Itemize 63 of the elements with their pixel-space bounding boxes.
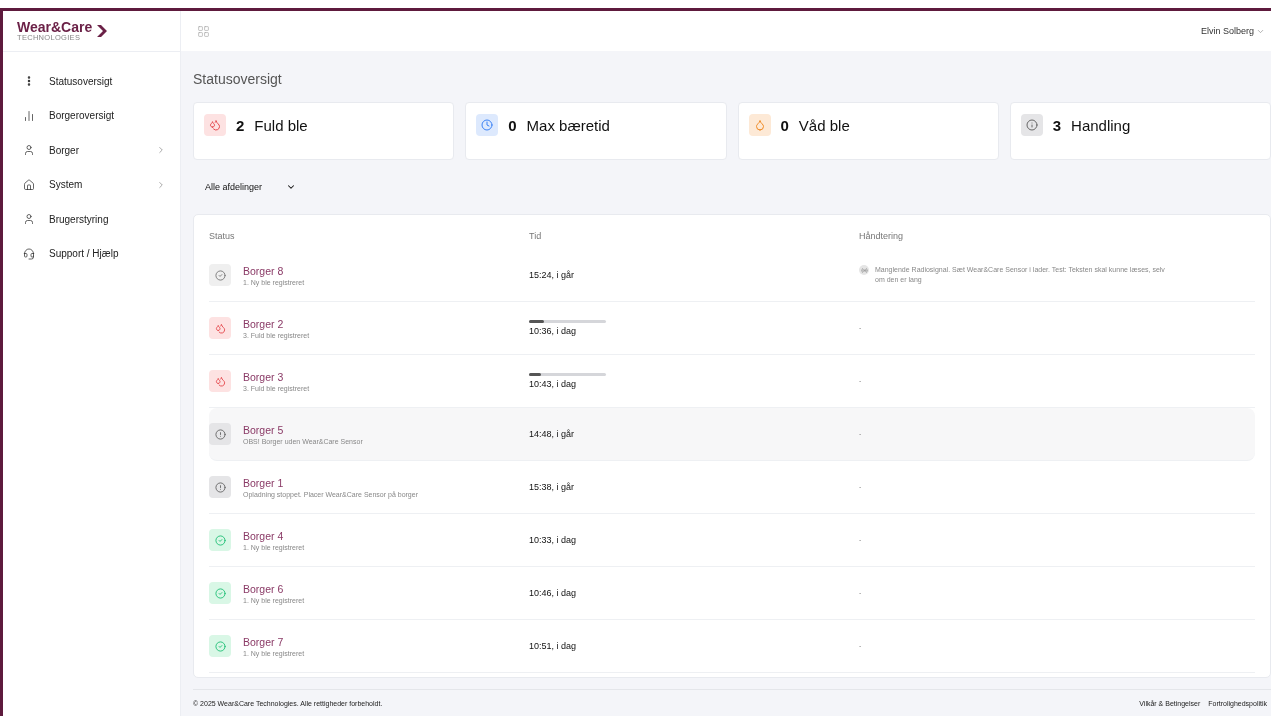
sidebar-label: Brugerstyring	[49, 213, 110, 225]
citizen-name: Borger 5	[243, 423, 285, 436]
department-dropdown[interactable]: Alle afdelinger	[205, 182, 305, 192]
drops-icon	[209, 317, 231, 339]
logo-icon	[95, 24, 110, 38]
citizen-name: Borger 1	[243, 476, 285, 489]
alert-icon	[209, 423, 231, 445]
time-cell-text: 10:46, i dag	[529, 588, 578, 598]
sidebar-item[interactable]: Borgeroversigt	[3, 98, 180, 133]
time-cell-text: 10:43, i dag	[529, 379, 578, 389]
citizen-name: Borger 3	[243, 370, 285, 383]
stat-count: 2	[236, 117, 245, 134]
sidebar-item[interactable]: Support / Hjælp	[3, 236, 180, 271]
check-icon	[209, 264, 231, 286]
chart-icon	[23, 109, 35, 122]
stat-label: Handling	[1071, 117, 1131, 134]
chevron-icon	[286, 182, 297, 192]
sidebar-label: Statusoversigt	[49, 75, 114, 87]
sidebar-label: System	[49, 179, 84, 191]
time-cell-text: 15:24, i går	[529, 270, 576, 280]
sidebar-label: Borgeroversigt	[49, 110, 116, 122]
citizen-name: Borger 8	[243, 264, 285, 277]
clock-icon	[476, 114, 499, 136]
check-icon	[209, 582, 231, 604]
drops-icon	[209, 370, 231, 392]
sidebar-item[interactable]: Borger	[3, 133, 180, 168]
grid-icon[interactable]	[197, 24, 210, 38]
time-cell-text: 10:33, i dag	[529, 535, 578, 545]
sidebar-item[interactable]: Brugerstyring	[3, 202, 180, 237]
drops-icon	[204, 114, 226, 136]
time-cell-text: 14:48, i går	[529, 429, 576, 439]
stat-count: 0	[508, 117, 517, 134]
page-title: Statusoversigt	[193, 71, 283, 87]
citizen-name: Borger 2	[243, 317, 285, 330]
stat-label: Våd ble	[798, 117, 850, 134]
time-cell-text: 10:36, i dag	[529, 326, 578, 336]
stat-count: 3	[1052, 117, 1062, 134]
citizen-name: Borger 6	[243, 582, 285, 595]
column-header: Status	[209, 231, 236, 241]
house-icon	[23, 178, 35, 191]
info-icon	[1020, 114, 1043, 136]
citizen-name: Borger 4	[243, 529, 285, 542]
stat-count: 0	[780, 117, 789, 134]
user-icon	[23, 144, 35, 157]
alert-icon	[209, 476, 231, 498]
sidebar-item[interactable]: Statusoversigt	[3, 64, 180, 99]
sidebar-label: Support / Hjælp	[49, 248, 120, 260]
check-icon	[209, 529, 231, 551]
headset-icon	[23, 247, 35, 260]
time-cell-text: 15:38, i går	[529, 482, 576, 492]
user-icon	[23, 213, 35, 226]
stat-label: Max bæretid	[526, 117, 610, 134]
citizen-name: Borger 7	[243, 635, 285, 648]
sidebar-item[interactable]: System	[3, 167, 180, 202]
sidebar-label: Borger	[49, 144, 80, 156]
stat-label: Fuld ble	[254, 117, 308, 134]
time-cell-text: 10:51, i dag	[529, 641, 578, 651]
drop-icon	[748, 114, 771, 136]
logo-text: Wear&Care	[17, 19, 93, 34]
user-menu[interactable]: Elvin Solberg	[1200, 26, 1265, 36]
column-header: Håndtering	[859, 231, 905, 241]
column-header: Tid	[529, 231, 543, 241]
check-icon	[209, 635, 231, 657]
